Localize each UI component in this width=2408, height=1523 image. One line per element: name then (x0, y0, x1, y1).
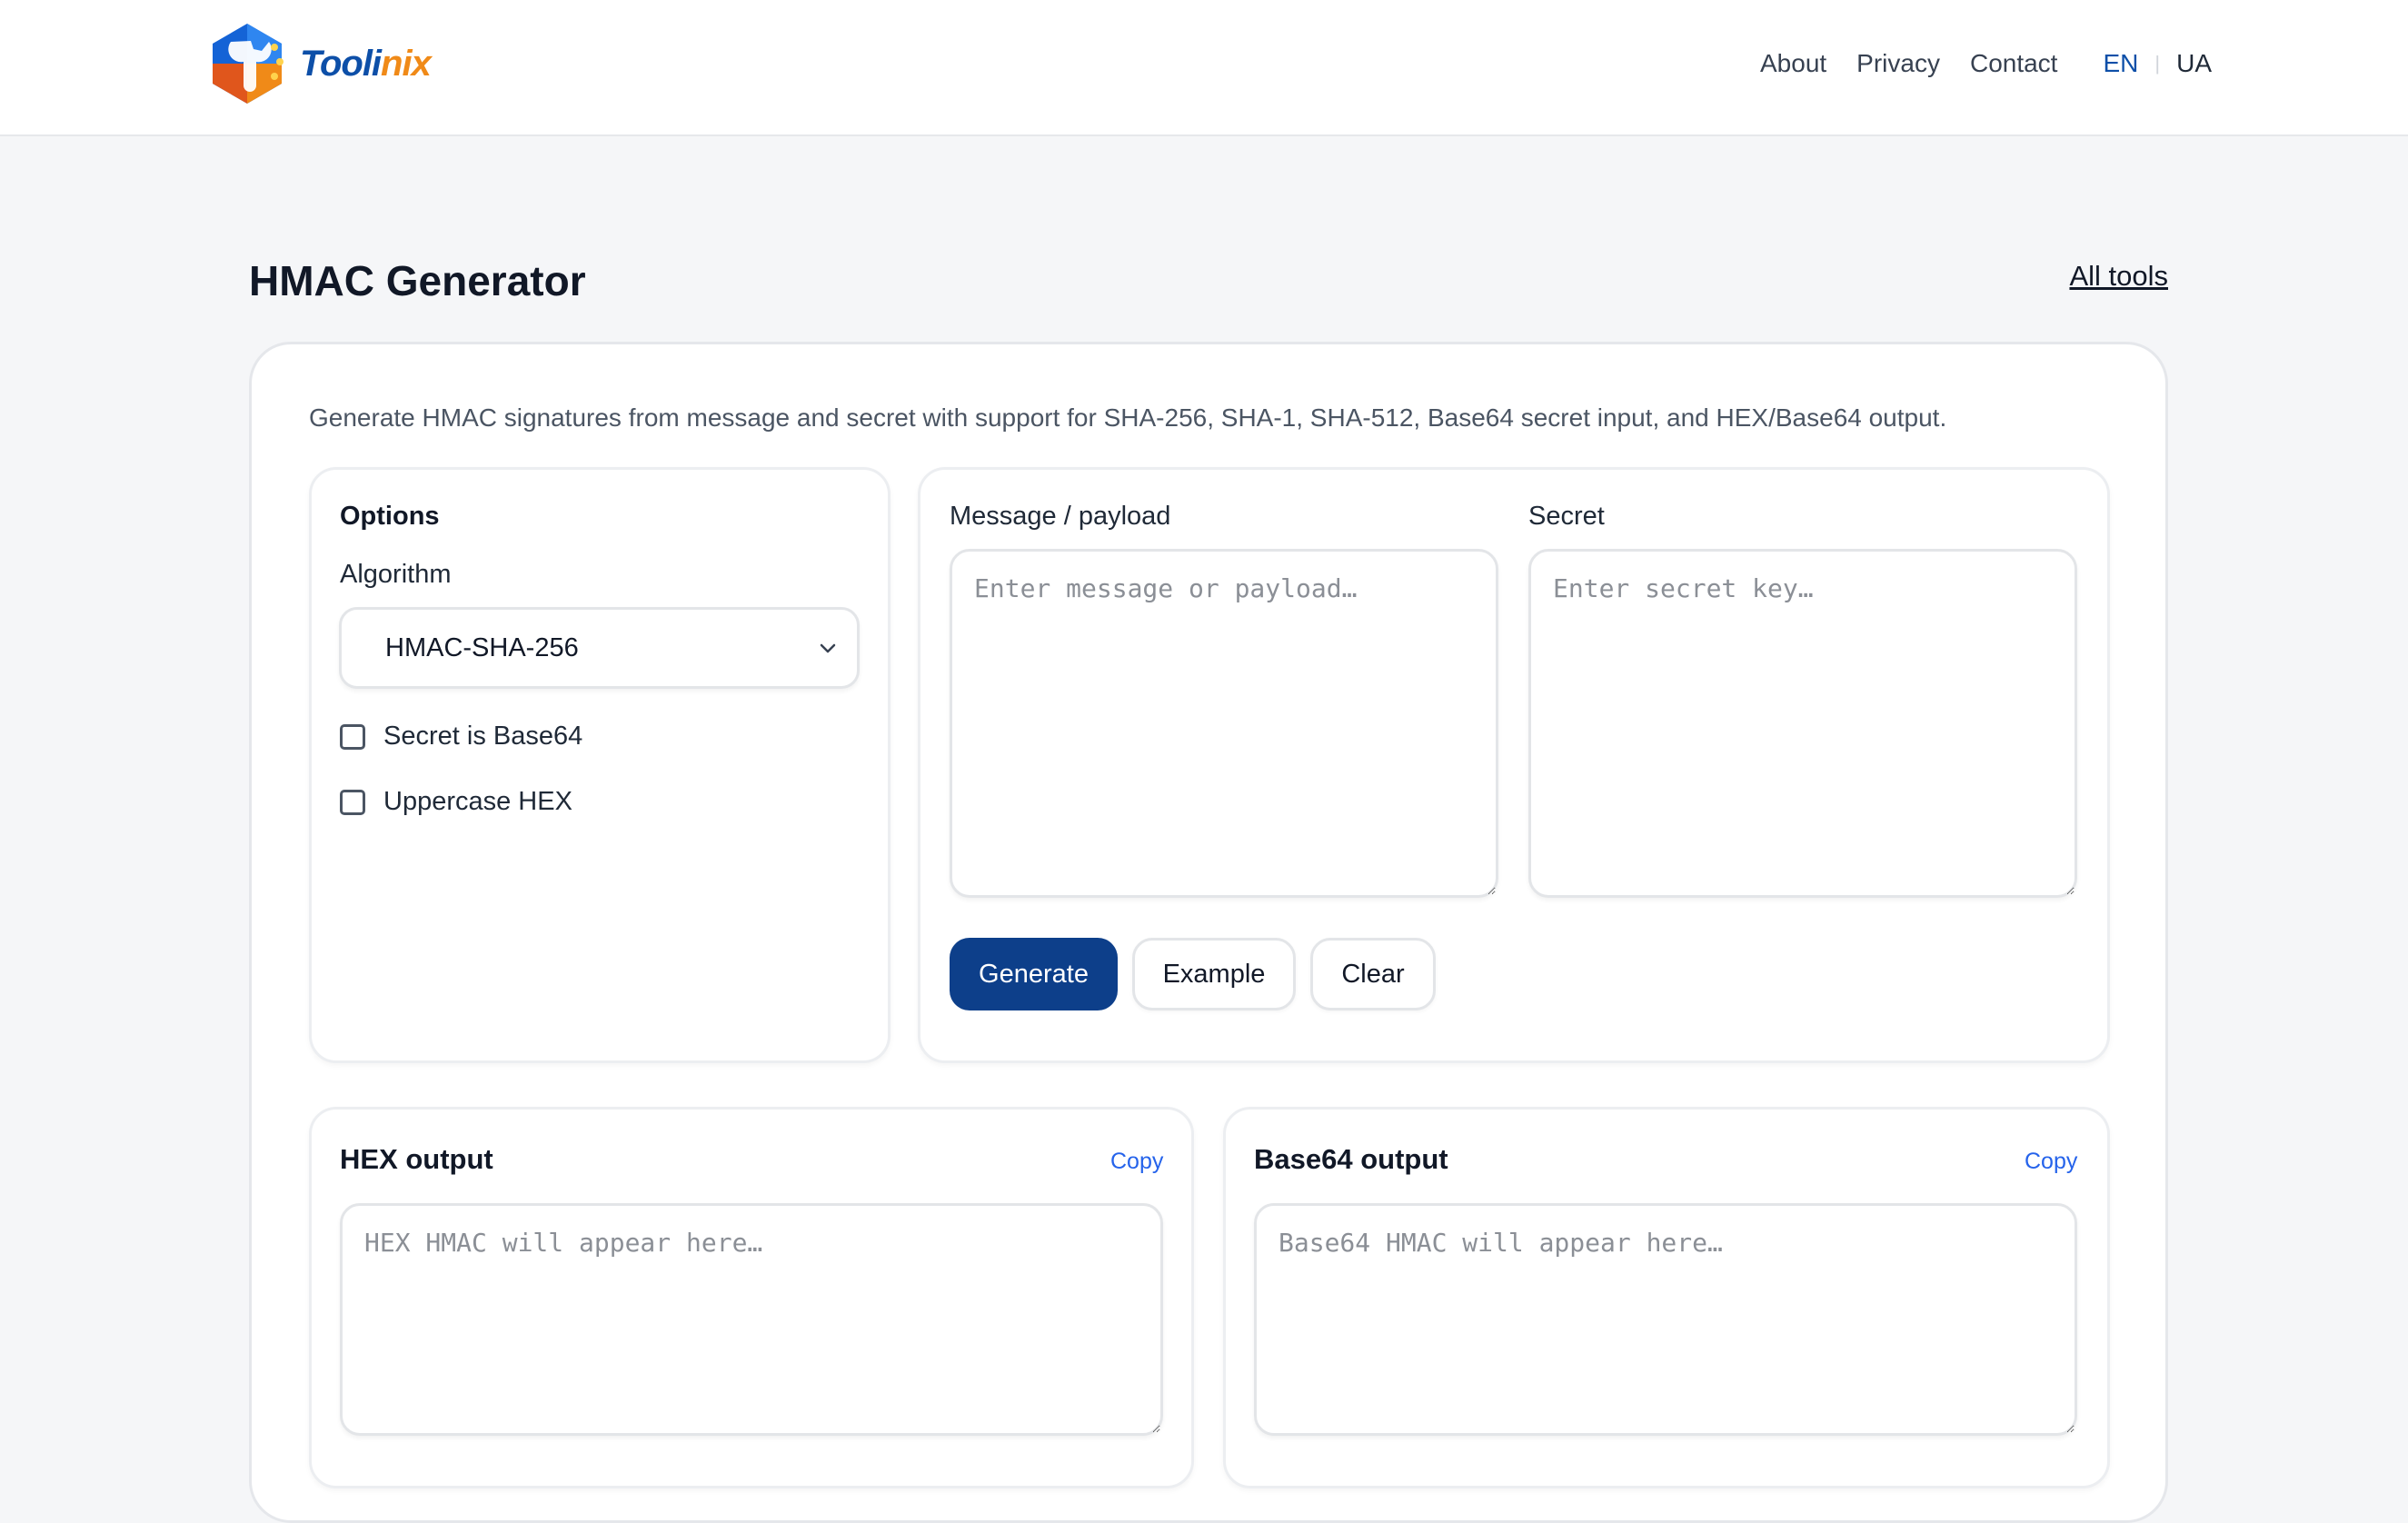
message-label: Message / payload (950, 502, 1171, 531)
generate-button[interactable]: Generate (950, 938, 1118, 1010)
base64-copy-button[interactable]: Copy (2025, 1149, 2077, 1175)
secret-label: Secret (1528, 502, 1605, 531)
secret-base64-checkbox[interactable] (340, 723, 365, 750)
uppercase-hex-option[interactable]: Uppercase HEX (340, 787, 572, 817)
base64-output-title: Base64 output (1254, 1143, 1448, 1175)
message-textarea[interactable] (950, 549, 1498, 898)
language-switcher: EN | UA (2103, 49, 2212, 78)
nav-privacy-link[interactable]: Privacy (1856, 49, 1940, 78)
top-nav: About Privacy Contact EN | UA (1730, 0, 2212, 127)
logo-wordmark-accent: nix (381, 43, 432, 84)
example-button[interactable]: Example (1132, 938, 1296, 1010)
algorithm-select-value: HMAC-SHA-256 (385, 632, 579, 662)
nav-about-link[interactable]: About (1760, 49, 1826, 78)
lang-en-link[interactable]: EN (2103, 49, 2138, 78)
secret-base64-option[interactable]: Secret is Base64 (340, 722, 582, 752)
tool-description: Generate HMAC signatures from message an… (309, 403, 1947, 432)
options-panel (309, 467, 891, 1063)
site-header: Toolinix About Privacy Contact EN | UA (0, 0, 2408, 136)
hex-output-title: HEX output (340, 1143, 493, 1175)
chevron-down-icon (820, 643, 836, 653)
logo-wordmark-main: Tooli (300, 43, 382, 84)
algorithm-select[interactable]: HMAC-SHA-256 (339, 607, 860, 689)
wrench-hexagon-icon (213, 24, 284, 104)
lang-separator: | (2154, 52, 2161, 75)
nav-contact-link[interactable]: Contact (1970, 49, 2058, 78)
secret-base64-label: Secret is Base64 (383, 722, 583, 751)
logo-wordmark: Toolinix (300, 43, 432, 85)
page-title: HMAC Generator (249, 257, 586, 304)
uppercase-hex-checkbox[interactable] (340, 789, 365, 815)
base64-output-textarea[interactable] (1254, 1203, 2077, 1436)
all-tools-link[interactable]: All tools (2069, 260, 2168, 293)
site-logo[interactable]: Toolinix (204, 20, 432, 107)
lang-ua-link[interactable]: UA (2176, 49, 2212, 78)
options-title: Options (340, 502, 440, 531)
hex-output-textarea[interactable] (340, 1203, 1163, 1436)
clear-button[interactable]: Clear (1310, 938, 1436, 1010)
algorithm-label: Algorithm (340, 560, 452, 589)
secret-textarea[interactable] (1528, 549, 2077, 898)
uppercase-hex-label: Uppercase HEX (383, 787, 572, 816)
hex-copy-button[interactable]: Copy (1110, 1149, 1163, 1175)
